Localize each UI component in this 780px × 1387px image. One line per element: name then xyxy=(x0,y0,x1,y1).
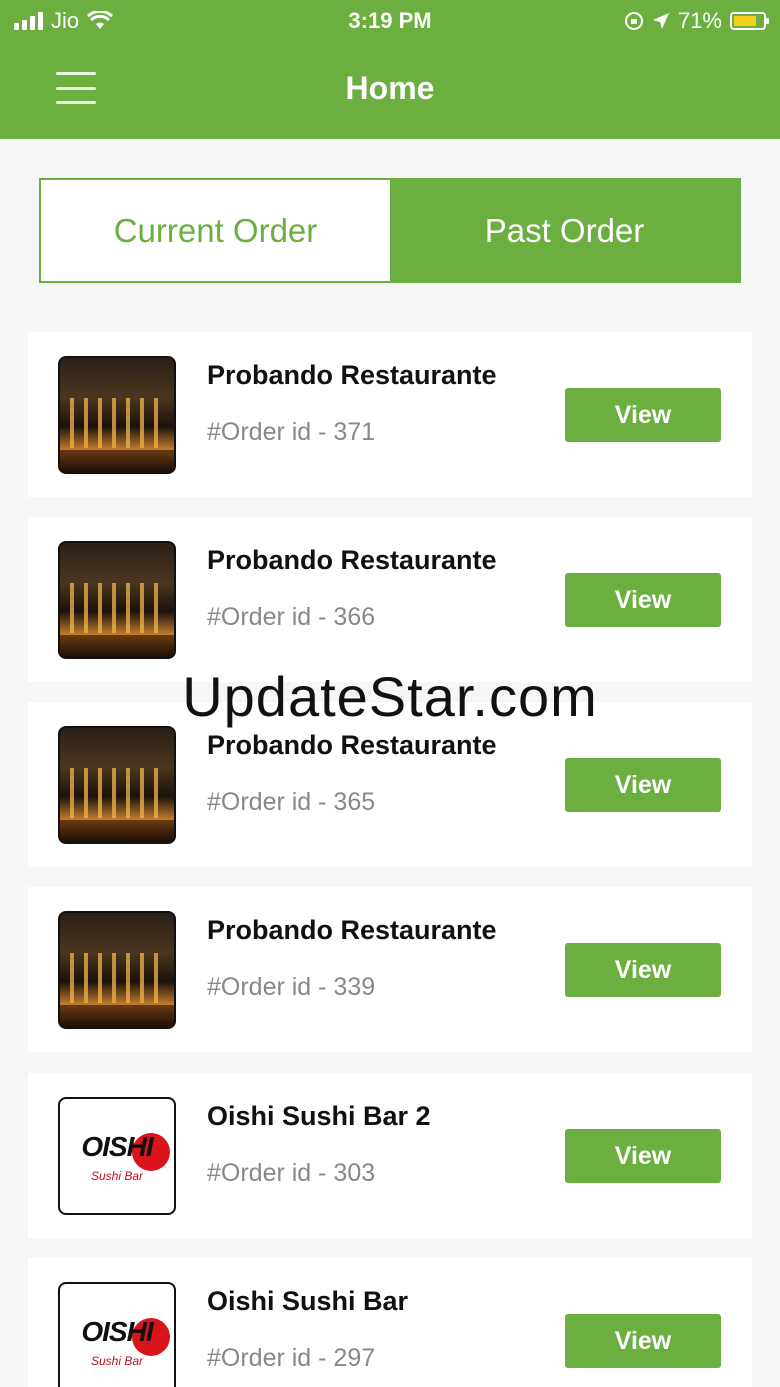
logo-text: OISHI xyxy=(81,1131,153,1162)
orientation-lock-icon xyxy=(624,12,643,30)
oishi-logo: OISHI Sushi Bar xyxy=(58,1097,176,1215)
order-tabs: Current Order Past Order xyxy=(39,178,741,283)
order-id: #Order id - 365 xyxy=(207,788,376,816)
app-screen: Jio 3:19 PM 71% Home Current Order Past … xyxy=(0,0,780,1387)
order-id: #Order id - 297 xyxy=(207,1344,376,1372)
battery-icon xyxy=(730,12,769,30)
restaurant-thumbnail xyxy=(58,726,176,844)
order-id: #Order id - 366 xyxy=(207,603,376,631)
order-card: Probando Restaurante #Order id - 371 Vie… xyxy=(28,332,752,497)
logo-subtext: Sushi Bar xyxy=(90,1169,144,1183)
view-button[interactable]: View xyxy=(565,1314,721,1368)
restaurant-name: Oishi Sushi Bar xyxy=(207,1286,409,1316)
status-right: 71% xyxy=(624,8,769,34)
oishi-logo: OISHI Sushi Bar xyxy=(58,1282,176,1387)
order-card: OISHI Sushi Bar Oishi Sushi Bar 2 #Order… xyxy=(28,1073,752,1238)
tab-current-order[interactable]: Current Order xyxy=(41,180,390,281)
restaurant-name: Probando Restaurante xyxy=(207,545,497,575)
view-button[interactable]: View xyxy=(565,388,721,442)
view-button[interactable]: View xyxy=(565,573,721,627)
logo-subtext: Sushi Bar xyxy=(90,1354,144,1368)
restaurant-thumbnail xyxy=(58,911,176,1029)
page-title: Home xyxy=(345,70,435,106)
order-id: #Order id - 371 xyxy=(207,418,376,446)
tab-past-order[interactable]: Past Order xyxy=(390,180,739,281)
restaurant-thumbnail xyxy=(58,541,176,659)
view-button[interactable]: View xyxy=(565,758,721,812)
order-id: #Order id - 303 xyxy=(207,1159,376,1187)
order-card: Probando Restaurante #Order id - 366 Vie… xyxy=(28,517,752,682)
view-button[interactable]: View xyxy=(565,943,721,997)
restaurant-name: Probando Restaurante xyxy=(207,915,497,945)
order-card: Probando Restaurante #Order id - 365 Vie… xyxy=(28,702,752,867)
battery-percent: 71% xyxy=(677,8,722,33)
restaurant-name: Probando Restaurante xyxy=(207,730,497,760)
logo-text: OISHI xyxy=(81,1316,153,1347)
app-header: Jio 3:19 PM 71% Home xyxy=(0,0,780,139)
order-card: OISHI Sushi Bar Oishi Sushi Bar #Order i… xyxy=(28,1258,752,1387)
restaurant-name: Oishi Sushi Bar 2 xyxy=(207,1101,431,1131)
restaurant-thumbnail xyxy=(58,356,176,474)
location-arrow-icon xyxy=(652,13,669,29)
status-bar: Jio 3:19 PM 71% xyxy=(0,0,780,40)
order-id: #Order id - 339 xyxy=(207,973,376,1001)
view-button[interactable]: View xyxy=(565,1129,721,1183)
order-card: Probando Restaurante #Order id - 339 Vie… xyxy=(28,887,752,1052)
restaurant-name: Probando Restaurante xyxy=(207,360,497,390)
